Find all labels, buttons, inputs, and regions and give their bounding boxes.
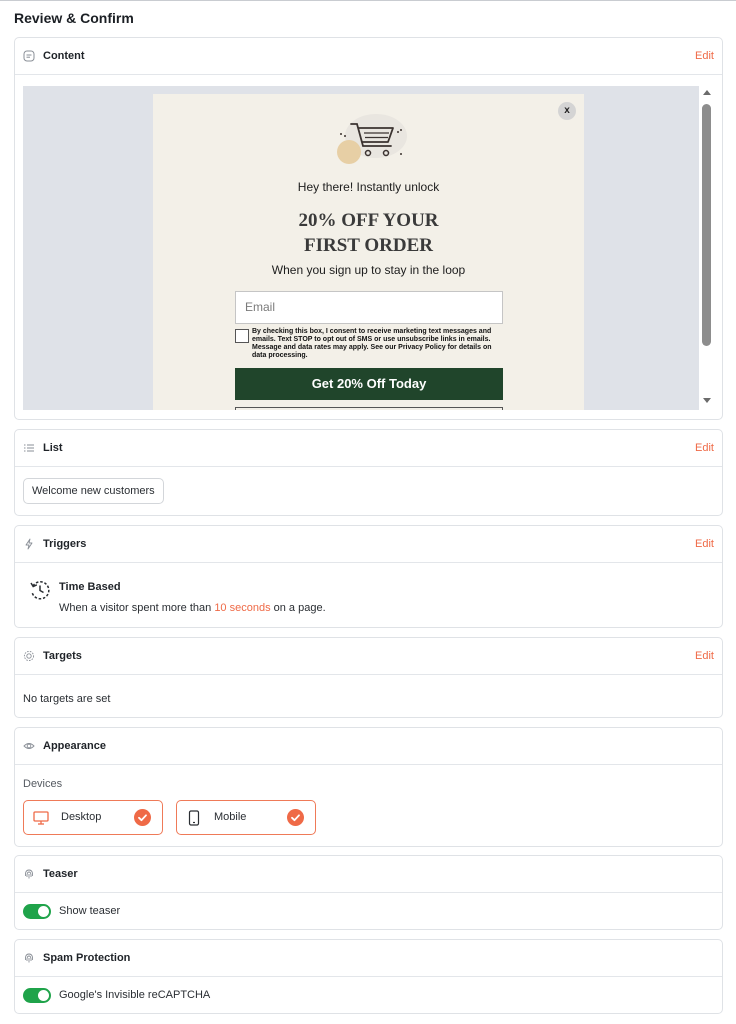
content-edit-link[interactable]: Edit — [695, 50, 714, 62]
targets-empty-text: No targets are set — [23, 693, 111, 705]
popup-close-button[interactable]: x — [558, 102, 576, 120]
preview-scrollbar[interactable] — [700, 86, 714, 410]
scroll-down-arrow-icon[interactable] — [703, 398, 711, 403]
popup-headline: 20% OFF YOUR FIRST ORDER — [153, 208, 584, 258]
trigger-desc-suffix: on a page. — [273, 602, 326, 614]
check-icon — [134, 809, 151, 826]
content-title: Content — [43, 50, 85, 62]
targets-edit-link[interactable]: Edit — [695, 650, 714, 662]
fingerprint-icon — [23, 952, 35, 964]
trigger-desc-highlight: 10 seconds — [214, 602, 271, 614]
devices-label: Devices — [23, 778, 63, 790]
triggers-card: Triggers Edit Time Based When a visitor … — [14, 525, 723, 628]
recaptcha-toggle[interactable] — [23, 988, 51, 1003]
scroll-up-arrow-icon[interactable] — [703, 90, 711, 95]
clock-history-icon — [30, 581, 50, 600]
teaser-card: Teaser Show teaser — [14, 855, 723, 930]
triggers-edit-link[interactable]: Edit — [695, 538, 714, 550]
popup-subline: When you sign up to stay in the loop — [271, 263, 466, 277]
popup: x Hey there! Instantly unlock 20% OFF YO… — [153, 94, 584, 410]
triggers-title: Triggers — [43, 538, 87, 550]
targets-card: Targets Edit No targets are set — [14, 637, 723, 718]
device-desktop-option[interactable]: Desktop — [23, 800, 163, 835]
trigger-type-title: Time Based — [59, 581, 121, 593]
device-mobile-option[interactable]: Mobile — [176, 800, 316, 835]
popup-headline-line-1: 20% OFF YOUR — [298, 210, 439, 231]
triggers-header: Triggers Edit — [15, 526, 722, 563]
teaser-title: Teaser — [43, 868, 78, 880]
appearance-card: Appearance Devices Desktop Mobile — [14, 727, 723, 847]
target-icon — [23, 650, 35, 662]
list-title: List — [43, 442, 63, 454]
content-card: Content Edit x Hey there! Instantly unlo… — [14, 37, 723, 420]
list-card: List Edit Welcome new customers — [14, 429, 723, 516]
teaser-header: Teaser — [15, 856, 722, 893]
desktop-icon — [33, 811, 49, 825]
appearance-header: Appearance — [15, 728, 722, 765]
trigger-desc-prefix: When a visitor spent more than — [59, 602, 212, 614]
device-desktop-label: Desktop — [61, 811, 102, 823]
recaptcha-label: Google's Invisible reCAPTCHA — [59, 989, 211, 1001]
eye-icon — [23, 740, 35, 752]
popup-headline-line-2: FIRST ORDER — [304, 235, 433, 256]
targets-title: Targets — [43, 650, 82, 662]
list-header: List Edit — [15, 430, 722, 467]
device-mobile-label: Mobile — [214, 811, 247, 823]
content-icon — [23, 50, 35, 62]
trigger-description: When a visitor spent more than 10 second… — [59, 602, 326, 614]
targets-header: Targets Edit — [15, 638, 722, 675]
spam-title: Spam Protection — [43, 952, 131, 964]
lightning-icon — [23, 538, 35, 550]
scrollbar-thumb[interactable] — [702, 104, 711, 346]
show-teaser-label: Show teaser — [59, 905, 121, 917]
email-field[interactable]: Email — [235, 291, 503, 324]
popup-intro-text: Hey there! Instantly unlock — [297, 180, 440, 194]
popup-preview: x Hey there! Instantly unlock 20% OFF YO… — [23, 86, 699, 410]
consent-checkbox[interactable] — [235, 329, 249, 343]
list-icon — [23, 442, 35, 454]
check-icon — [287, 809, 304, 826]
show-teaser-toggle[interactable] — [23, 904, 51, 919]
secondary-button[interactable] — [235, 407, 503, 410]
consent-text: By checking this box, I consent to recei… — [252, 328, 492, 359]
spam-header: Spam Protection — [15, 940, 722, 977]
list-edit-link[interactable]: Edit — [695, 442, 714, 454]
spam-protection-card: Spam Protection Google's Invisible reCAP… — [14, 939, 723, 1014]
content-header: Content Edit — [15, 38, 722, 75]
page-title: Review & Confirm — [14, 10, 134, 26]
list-chip: Welcome new customers — [23, 478, 164, 504]
fingerprint-icon — [23, 868, 35, 880]
appearance-title: Appearance — [43, 740, 106, 752]
mobile-icon — [188, 810, 200, 826]
shopping-cart-icon — [337, 114, 407, 164]
cta-button[interactable]: Get 20% Off Today — [235, 368, 503, 400]
